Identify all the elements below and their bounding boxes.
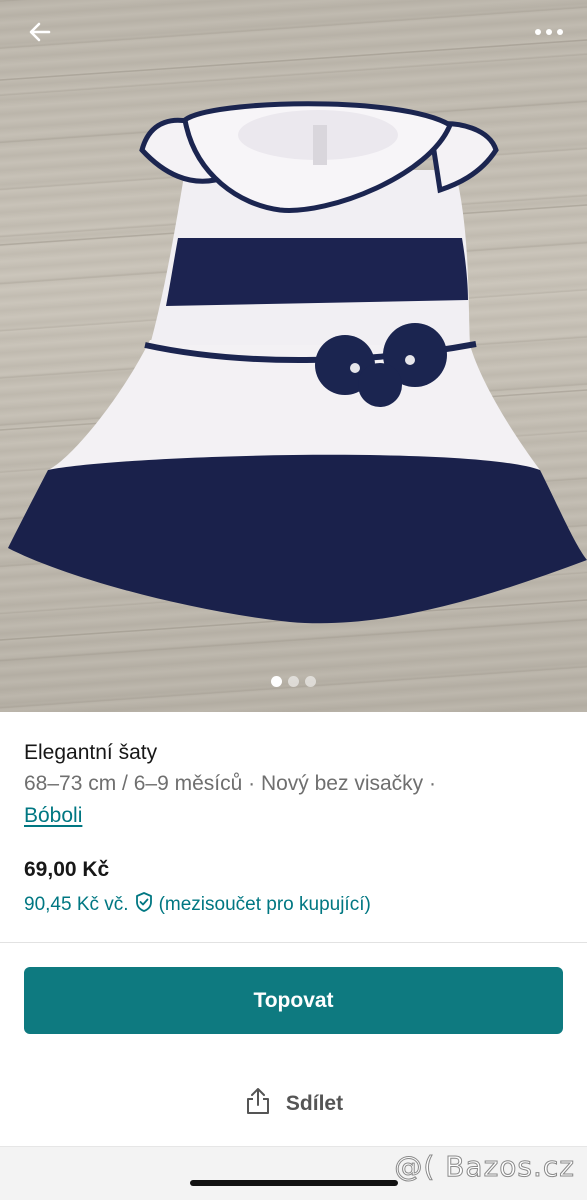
item-details: 68–73 cm / 6–9 měsíců · Nový bez visačky… <box>24 772 436 795</box>
item-title: Elegantní šaty <box>24 741 158 764</box>
share-label: Sdílet <box>285 1092 344 1115</box>
carousel-dot-3[interactable] <box>305 676 316 687</box>
buyer-price[interactable]: 90,45 Kč vč. (mezisoučet pro kupující) <box>24 891 371 919</box>
home-indicator[interactable] <box>190 1180 398 1186</box>
item-price: 69,00 Kč <box>24 858 110 881</box>
dress-image <box>0 39 587 641</box>
item-info: Elegantní šaty 68–73 cm / 6–9 měsíců · N… <box>24 738 563 832</box>
share-icon <box>244 1086 272 1122</box>
brand-link[interactable]: Bóboli <box>24 804 82 827</box>
more-options-icon[interactable] <box>531 14 567 50</box>
buyer-price-value: 90,45 Kč vč. <box>24 894 129 915</box>
share-button[interactable]: Sdílet <box>0 1082 587 1126</box>
promote-button[interactable]: Topovat <box>24 967 563 1034</box>
back-arrow-icon[interactable] <box>22 14 58 50</box>
divider <box>0 942 587 943</box>
shield-check-icon <box>133 891 155 919</box>
watermark-logo: @( Bazos.cz <box>394 1150 575 1184</box>
carousel-dot-1[interactable] <box>271 676 282 687</box>
carousel-dot-2[interactable] <box>288 676 299 687</box>
product-photo[interactable] <box>0 0 587 712</box>
buyer-price-note: (mezisoučet pro kupující) <box>158 894 371 915</box>
carousel-indicator <box>0 676 587 687</box>
